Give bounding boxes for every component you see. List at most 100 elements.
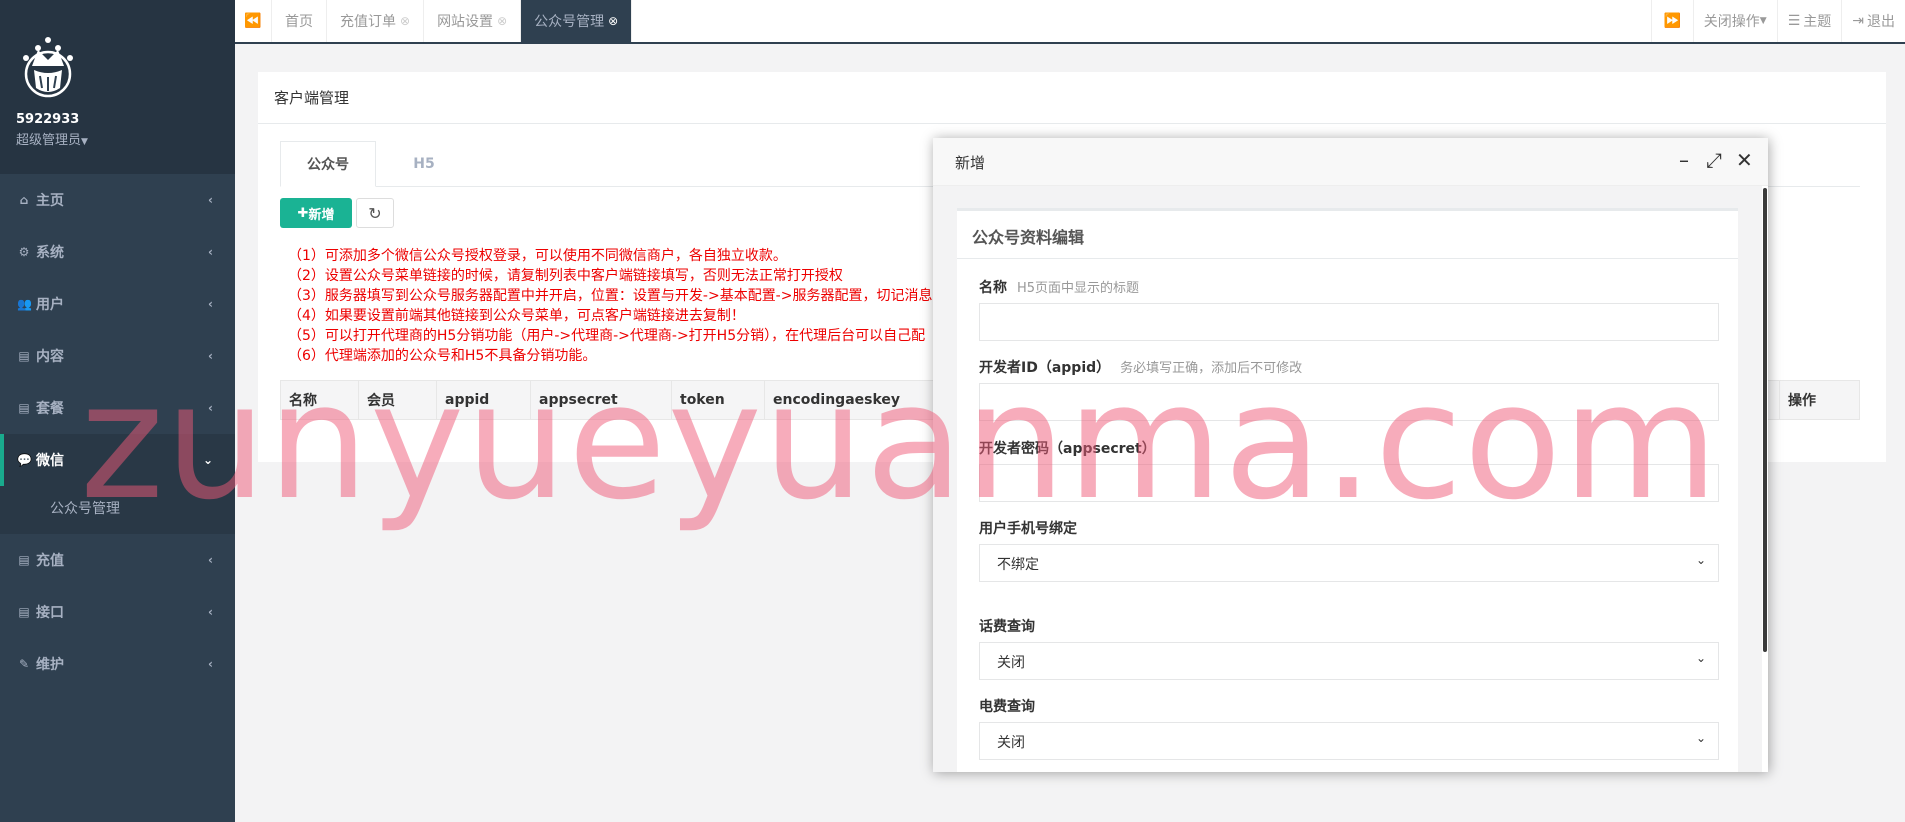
chevron-left-icon: ‹ <box>208 349 213 363</box>
logout-button[interactable]: ⇥ 退出 <box>1841 0 1905 42</box>
file-icon: ▤ <box>18 605 30 619</box>
tab-label: 公众号管理 <box>534 14 605 30</box>
magic-icon: ✎ <box>18 657 30 671</box>
chevron-left-icon: ‹ <box>208 401 213 415</box>
scroll-left-button[interactable]: ⏪ <box>235 0 272 42</box>
maximize-icon[interactable]: ⤢ <box>1706 148 1722 172</box>
appsecret-input[interactable] <box>979 464 1719 502</box>
phone-fee-query-select[interactable]: 关闭 ⌄ <box>979 642 1719 680</box>
refresh-button[interactable]: ↻ <box>356 198 394 228</box>
scroll-right-button[interactable]: ⏩ <box>1650 0 1693 42</box>
tab-official-account-list[interactable]: 公众号 <box>280 141 376 187</box>
column-header-appid[interactable]: appid <box>437 381 531 419</box>
refresh-icon: ↻ <box>368 203 382 223</box>
phone-binding-select[interactable]: 不绑定 ⌄ <box>979 544 1719 582</box>
phone-binding-value: 不绑定 <box>997 557 1039 573</box>
close-icon[interactable]: ✕ <box>1736 148 1753 172</box>
tab-h5-list[interactable]: H5 <box>376 141 472 187</box>
sidebar-subitem-official-account[interactable]: 公众号管理 <box>0 486 235 534</box>
plus-icon: ✚ <box>297 205 309 221</box>
theme-button[interactable]: ☰ 主题 <box>1776 0 1842 42</box>
electricity-query-label: 电费查询 <box>979 699 1035 715</box>
close-tab-icon[interactable]: ⊗ <box>400 14 410 28</box>
chevron-left-icon: ‹ <box>208 193 213 207</box>
tab-label: 首页 <box>285 14 313 30</box>
appid-hint: 务必填写正确，添加后不可修改 <box>1120 361 1303 376</box>
name-hint: H5页面中显示的标题 <box>1017 281 1140 296</box>
sidebar-item-label: 系统 <box>36 245 64 261</box>
user-name: 5922933 <box>16 112 80 127</box>
sidebar-item-home[interactable]: ⌂ 主页 ‹ <box>0 174 235 226</box>
minimize-icon[interactable]: – <box>1676 148 1692 172</box>
tab-official-account[interactable]: 公众号管理 ⊗ <box>521 0 633 42</box>
column-header-name[interactable]: 名称 <box>281 381 359 419</box>
user-role-dropdown[interactable]: 超级管理员▼ <box>16 129 235 148</box>
column-header-appsecret[interactable]: appsecret <box>531 381 672 419</box>
top-tab-bar: ⏪ 首页 充值订单 ⊗ 网站设置 ⊗ 公众号管理 ⊗ ⏩ 关闭操作 ▼ ☰ 主题 ⇥ 退出 <box>235 0 1905 44</box>
column-header-token[interactable]: token <box>672 381 765 419</box>
tab-site-settings[interactable]: 网站设置 ⊗ <box>424 0 522 42</box>
close-tab-icon[interactable]: ⊗ <box>497 14 507 28</box>
modal-scrollbar[interactable] <box>1762 188 1768 772</box>
close-tab-icon[interactable]: ⊗ <box>608 14 618 28</box>
tab-home[interactable]: 首页 <box>272 0 327 42</box>
close-operations-dropdown[interactable]: 关闭操作 ▼ <box>1692 0 1777 42</box>
wechat-icon: 💬 <box>17 453 32 467</box>
appid-input[interactable] <box>979 383 1719 421</box>
tab-label: 充值订单 <box>340 14 396 30</box>
sidebar-item-system[interactable]: ⚙ 系统 ‹ <box>0 226 235 278</box>
forward-icon: ⏩ <box>1663 13 1681 29</box>
sidebar-item-label: 充值 <box>36 553 64 569</box>
appid-field-group: 开发者ID（appid） 务必填写正确，添加后不可修改 <box>979 357 1719 421</box>
sidebar-item-api[interactable]: ▤ 接口 ‹ <box>0 586 235 638</box>
sidebar-item-maintenance[interactable]: ✎ 维护 ‹ <box>0 638 235 690</box>
sidebar-item-recharge[interactable]: ▤ 充值 ‹ <box>0 534 235 586</box>
sidebar-item-label: 用户 <box>36 297 64 313</box>
home-icon: ⌂ <box>19 193 29 207</box>
modal-header: 新增 – ⤢ ✕ <box>933 138 1768 186</box>
name-input[interactable] <box>979 303 1719 341</box>
appid-label-text: 开发者ID（appid） <box>979 360 1111 376</box>
profile-area: 5922933 超级管理员▼ <box>0 0 235 174</box>
tab-recharge-orders[interactable]: 充值订单 ⊗ <box>327 0 425 42</box>
backward-icon: ⏪ <box>244 13 262 29</box>
phone-binding-label: 用户手机号绑定 <box>979 521 1077 537</box>
sidebar-item-wechat[interactable]: 💬 微信 ⌄ <box>0 434 235 486</box>
electricity-query-select[interactable]: 关闭 ⌄ <box>979 722 1719 760</box>
file-icon: ▤ <box>18 401 30 415</box>
add-modal: 新增 – ⤢ ✕ 公众号资料编辑 名称 H5页面中显示的标题 开发者ID（appi… <box>933 138 1768 772</box>
tab-label: 网站设置 <box>437 14 494 30</box>
crown-logo-icon <box>23 37 73 98</box>
sidebar-item-label: 维护 <box>36 657 64 673</box>
name-label-text: 名称 <box>979 280 1007 296</box>
file-icon: ▤ <box>18 349 30 363</box>
column-header-member[interactable]: 会员 <box>359 381 437 419</box>
add-button[interactable]: ✚ 新增 <box>280 198 352 228</box>
tabbar-spacer <box>632 0 1651 42</box>
sidebar-nav: ⌂ 主页 ‹ ⚙ 系统 ‹ 👥 用户 ‹ ▤ 内容 ‹ ▤ 套餐 ‹ 💬 微信 ⌄ 公众号管理 ▤ 充值 ‹… <box>0 174 235 690</box>
sidebar: 5922933 超级管理员▼ ⌂ 主页 ‹ ⚙ 系统 ‹ 👥 用户 ‹ ▤ 内容 ‹ ▤ 套餐 ‹ … <box>0 0 235 822</box>
sidebar-item-label: 接口 <box>36 605 64 621</box>
chevron-left-icon: ‹ <box>208 657 213 671</box>
cogs-icon: ⚙ <box>18 245 30 259</box>
appsecret-label: 开发者密码（appsecret） <box>979 441 1156 457</box>
scrollbar-thumb[interactable] <box>1763 188 1767 652</box>
user-role-label: 超级管理员 <box>16 133 82 148</box>
chevron-left-icon: ‹ <box>208 297 213 311</box>
chevron-down-icon: ⌄ <box>1695 731 1706 745</box>
electricity-query-value: 关闭 <box>997 735 1025 751</box>
electricity-query-field-group: 电费查询 关闭 ⌄ <box>979 696 1719 760</box>
sidebar-item-label: 主页 <box>36 193 64 209</box>
sidebar-item-content[interactable]: ▤ 内容 ‹ <box>0 330 235 382</box>
caret-down-icon: ▼ <box>81 137 88 147</box>
sidebar-item-label: 套餐 <box>36 401 64 417</box>
sidebar-item-package[interactable]: ▤ 套餐 ‹ <box>0 382 235 434</box>
name-field-group: 名称 H5页面中显示的标题 <box>979 277 1719 341</box>
column-header-encodingaeskey[interactable]: encodingaeskey <box>765 381 945 419</box>
form-title: 公众号资料编辑 <box>957 211 1738 259</box>
logout-label: 退出 <box>1867 14 1895 30</box>
sidebar-item-label: 内容 <box>36 349 64 365</box>
theme-label: 主题 <box>1803 14 1832 30</box>
modal-window-controls: – ⤢ ✕ <box>1676 148 1753 172</box>
sidebar-item-users[interactable]: 👥 用户 ‹ <box>0 278 235 330</box>
